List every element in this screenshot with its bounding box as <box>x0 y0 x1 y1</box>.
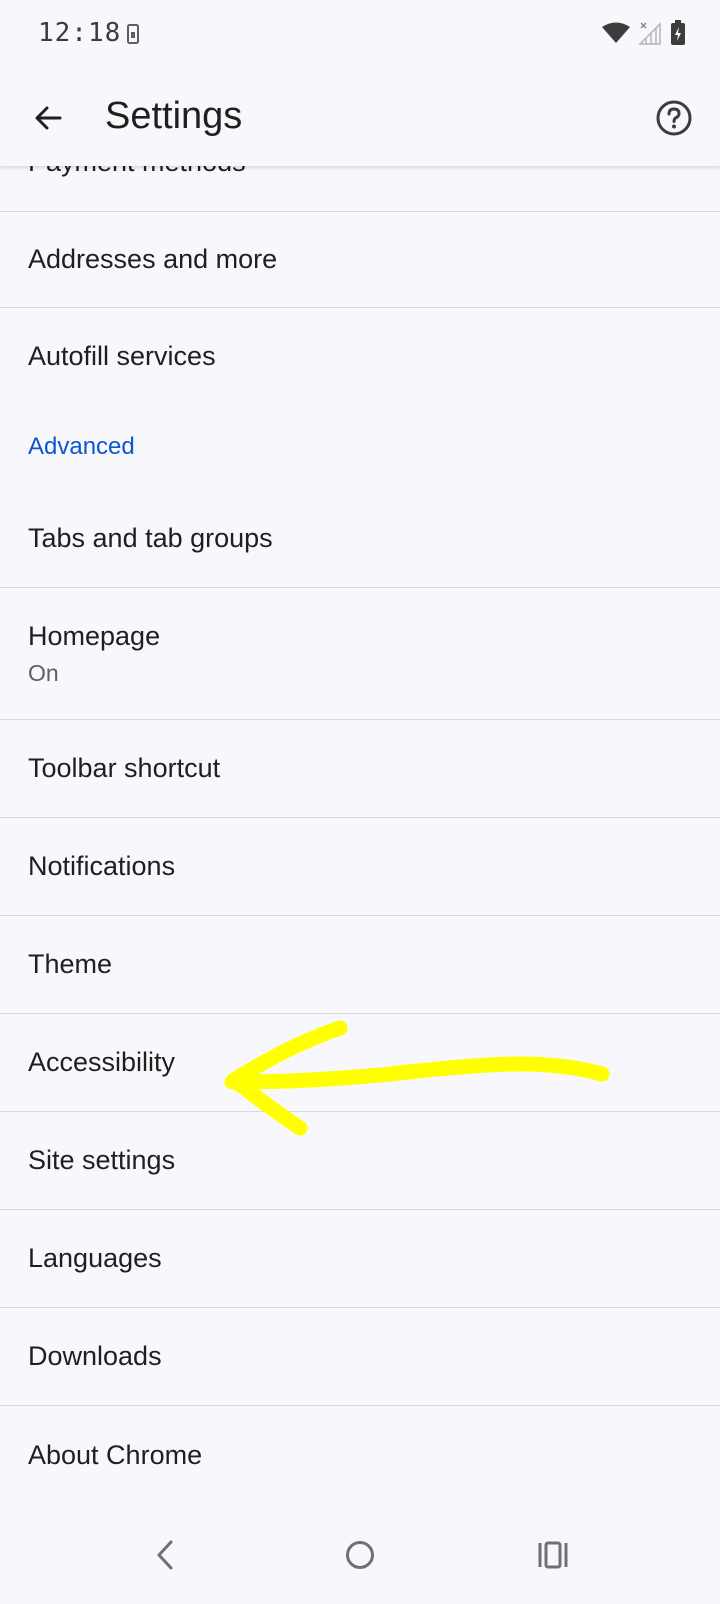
nav-home-button[interactable] <box>335 1532 385 1582</box>
status-bar: 12:18 <box>0 0 720 72</box>
settings-item-label: Notifications <box>28 851 176 881</box>
settings-item-label: Homepage <box>28 620 161 651</box>
settings-item-toolbar-shortcut[interactable]: Toolbar shortcut <box>0 720 720 818</box>
nav-back-icon <box>151 1538 179 1577</box>
settings-item-notifications[interactable]: Notifications <box>0 818 720 916</box>
settings-item-payment-methods[interactable]: Payment methods <box>0 166 720 212</box>
settings-item-theme[interactable]: Theme <box>0 916 720 1014</box>
settings-item-downloads[interactable]: Downloads <box>0 1308 720 1406</box>
status-time: 12:18 <box>38 18 122 48</box>
settings-item-label: About Chrome <box>28 1439 203 1470</box>
section-header-advanced: Advanced <box>0 404 720 490</box>
settings-item-label: Addresses and more <box>28 244 278 274</box>
settings-item-site-settings[interactable]: Site settings <box>0 1112 720 1210</box>
nav-recents-icon <box>537 1540 569 1575</box>
settings-item-summary: On <box>28 659 59 686</box>
nav-home-icon <box>344 1539 376 1576</box>
help-icon <box>655 99 693 142</box>
settings-item-homepage[interactable]: Homepage On <box>0 588 720 720</box>
settings-item-label: Toolbar shortcut <box>28 753 221 783</box>
settings-item-label: Theme <box>28 949 113 979</box>
settings-item-tabs[interactable]: Tabs and tab groups <box>0 490 720 588</box>
signal-icon <box>638 21 662 50</box>
settings-item-autofill-services[interactable]: Autofill services <box>0 308 720 404</box>
app-bar: Settings <box>0 72 720 166</box>
settings-item-label: Site settings <box>28 1145 176 1175</box>
page-title: Settings <box>105 95 243 137</box>
battery-charging-icon <box>670 20 686 51</box>
status-icons <box>602 20 686 51</box>
settings-item-label: Downloads <box>28 1341 162 1371</box>
settings-item-label: Languages <box>28 1243 162 1273</box>
help-button[interactable] <box>648 94 700 146</box>
section-header-label: Advanced <box>28 433 135 460</box>
settings-list: Payment methods Addresses and more Autof… <box>0 166 720 1510</box>
back-button[interactable] <box>22 94 74 146</box>
settings-item-label: Autofill services <box>28 340 216 371</box>
settings-item-accessibility[interactable]: Accessibility <box>0 1014 720 1112</box>
system-nav-bar <box>0 1510 720 1604</box>
nav-back-button[interactable] <box>140 1532 190 1582</box>
settings-item-label: Accessibility <box>28 1047 176 1077</box>
nav-recents-button[interactable] <box>528 1532 578 1582</box>
wifi-icon <box>602 22 630 49</box>
settings-item-label: Payment methods <box>28 166 720 178</box>
settings-item-label: Tabs and tab groups <box>28 523 273 553</box>
settings-item-languages[interactable]: Languages <box>0 1210 720 1308</box>
settings-item-addresses[interactable]: Addresses and more <box>0 212 720 308</box>
settings-item-about-chrome[interactable]: About Chrome <box>0 1406 720 1504</box>
sim-card-icon <box>127 24 139 49</box>
arrow-back-icon <box>32 102 64 139</box>
